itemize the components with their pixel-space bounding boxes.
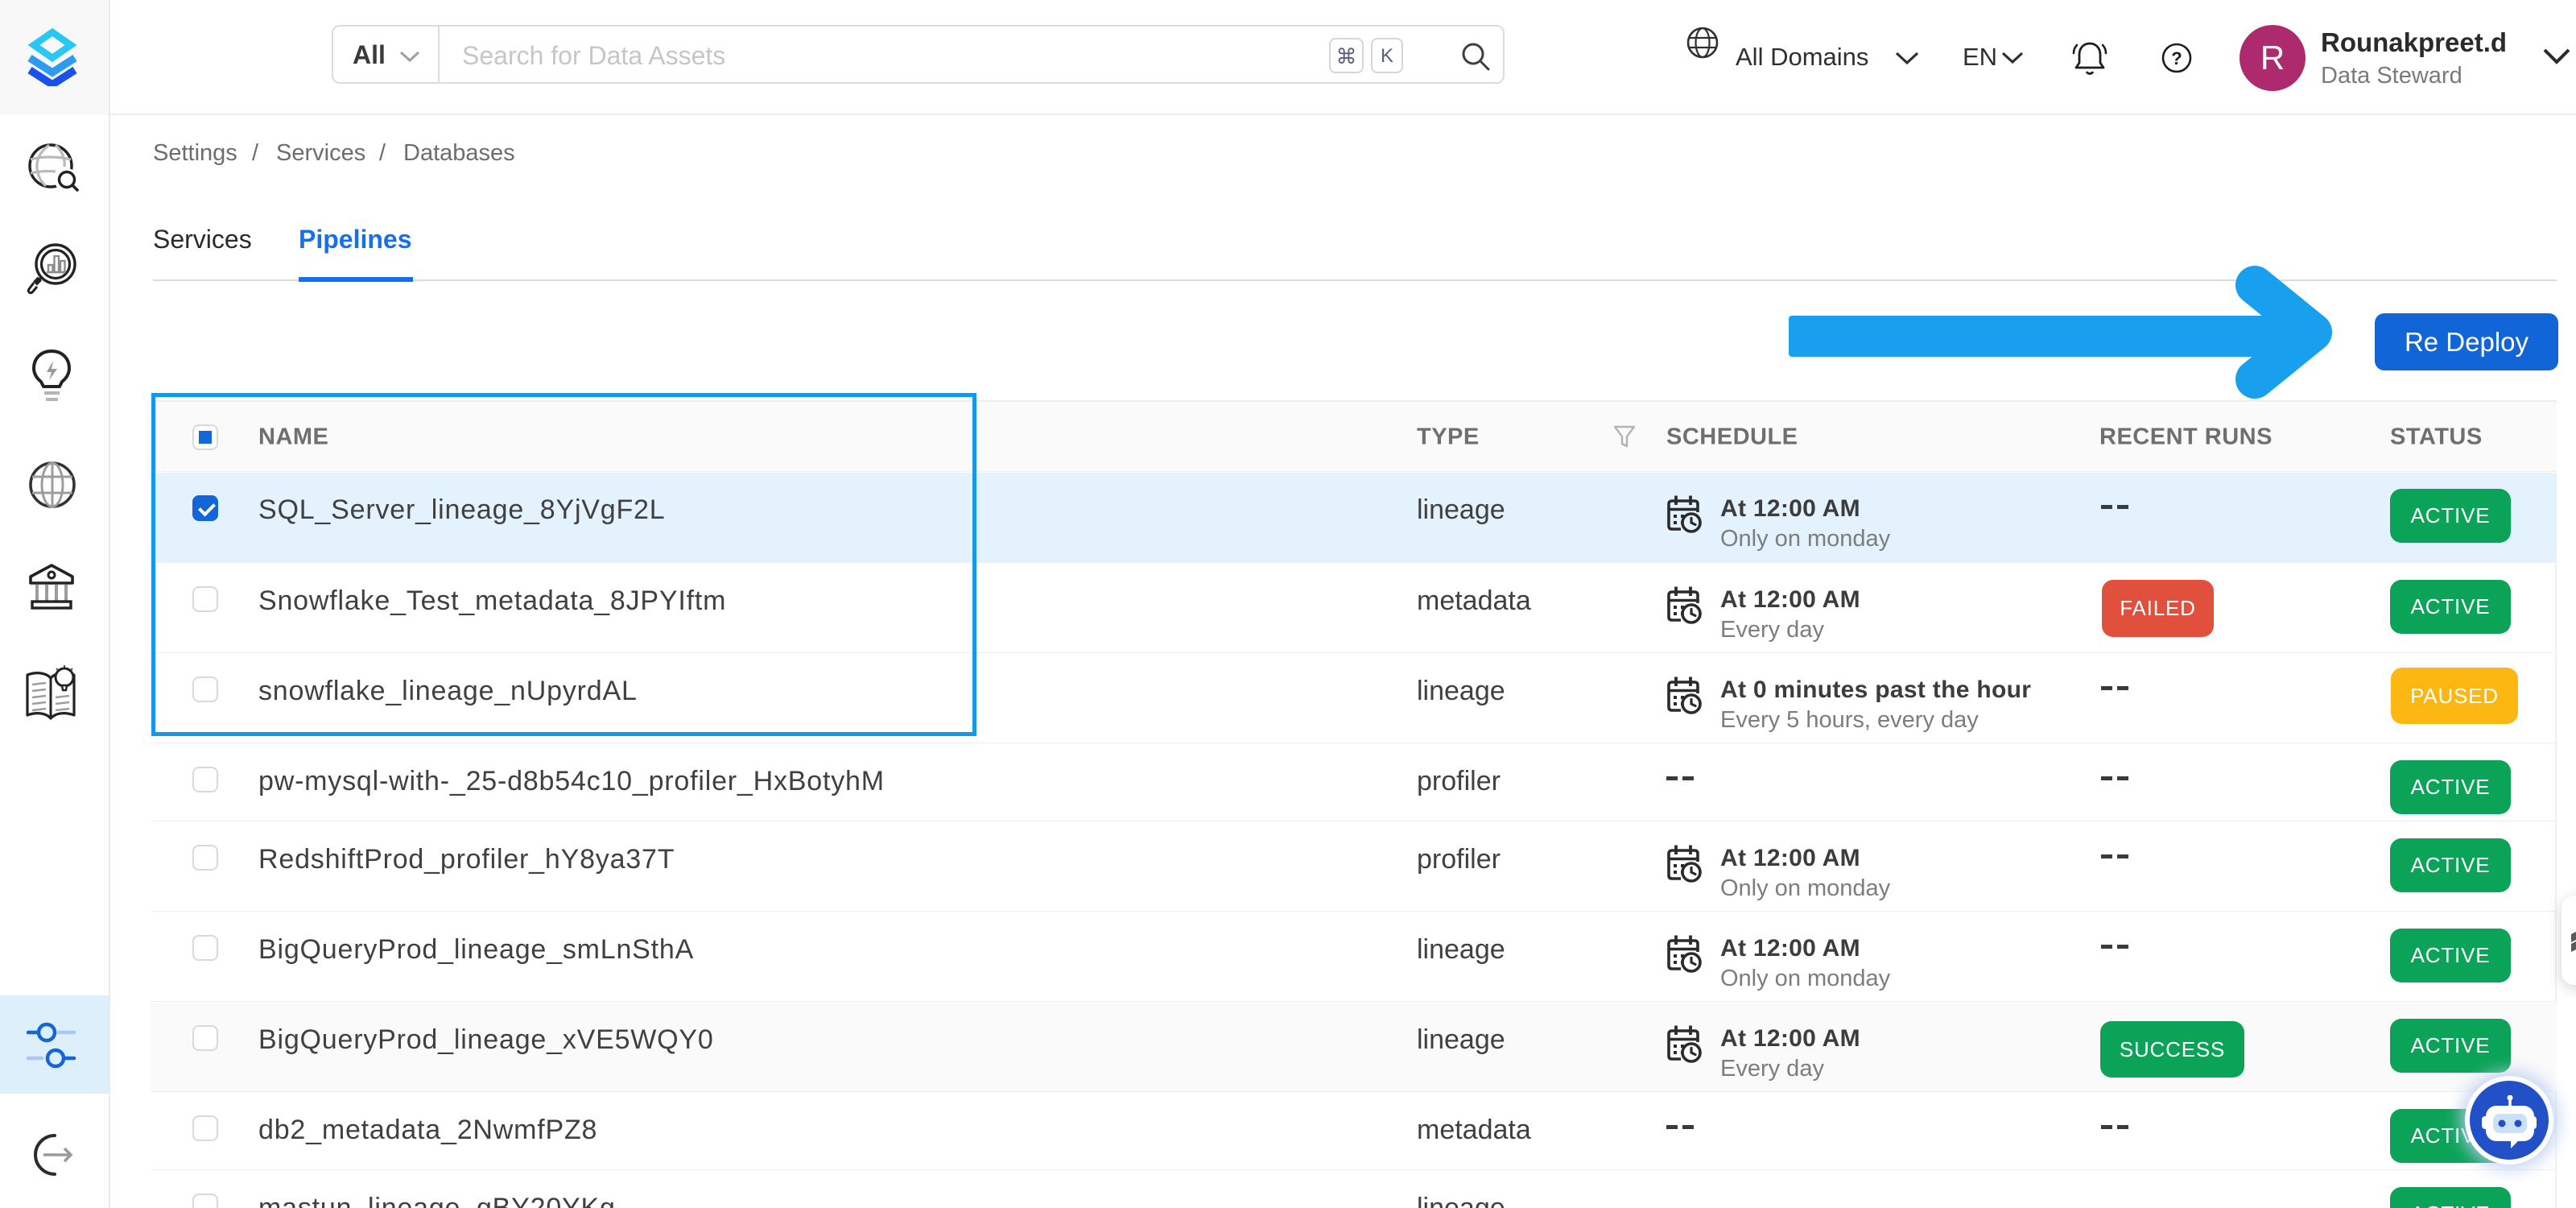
svg-text:?: ? xyxy=(2171,48,2182,68)
